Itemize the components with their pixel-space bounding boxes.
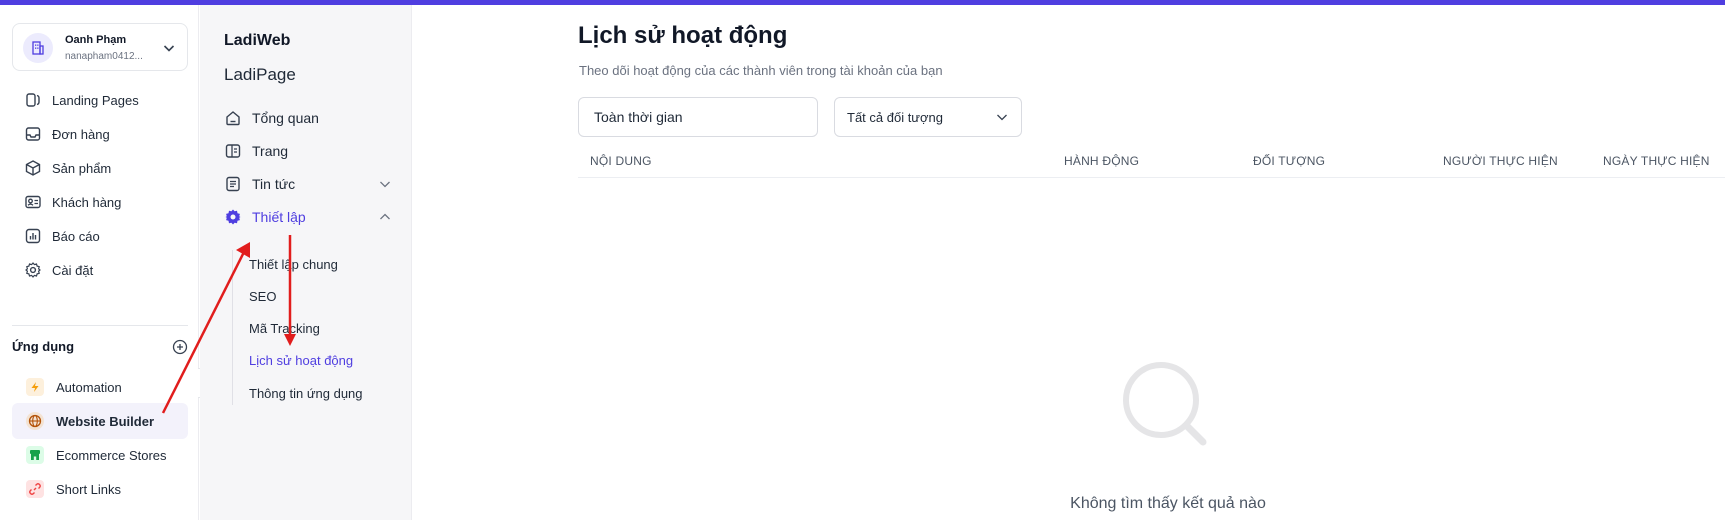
- sidebar-item-settings[interactable]: Cài đặt: [12, 254, 188, 286]
- inbox-icon: [25, 127, 41, 141]
- user-email: nanapham0412...: [65, 51, 143, 62]
- panel-item-label: Tin tức: [252, 176, 296, 192]
- contact-card-icon: [25, 195, 41, 209]
- submenu-item-general-setup[interactable]: Thiết lập chung: [249, 257, 338, 272]
- link-icon: [26, 480, 44, 498]
- panel-item-label: Thiết lập: [252, 209, 306, 225]
- sidebar-item-orders[interactable]: Đơn hàng: [12, 118, 188, 150]
- gear-icon: [25, 262, 41, 278]
- panel-item-overview[interactable]: Tổng quan: [224, 104, 396, 132]
- chevron-down-icon: [997, 114, 1007, 121]
- user-name: Oanh Phạm: [65, 34, 127, 46]
- submenu-guide-line: [232, 250, 233, 405]
- layers-icon: [26, 93, 40, 107]
- building-icon: [32, 41, 44, 55]
- chevron-down-icon: [163, 45, 175, 52]
- app-item-label: Automation: [56, 379, 122, 395]
- submenu-item-activity-history[interactable]: Lịch sử hoạt động: [249, 353, 353, 368]
- home-icon: [226, 111, 240, 126]
- account-switcher[interactable]: Oanh Phạm nanapham0412...: [12, 23, 188, 71]
- sidebar-item-label: Báo cáo: [52, 228, 100, 244]
- sidebar-item-reports[interactable]: Báo cáo: [12, 220, 188, 252]
- lightning-icon: [26, 378, 44, 396]
- page-subtitle: Theo dõi hoạt động của các thành viên tr…: [579, 63, 943, 78]
- app-item-ecommerce-stores[interactable]: Ecommerce Stores: [12, 437, 188, 473]
- box-icon: [25, 160, 41, 176]
- search-icon: [1123, 362, 1207, 446]
- column-header-object: ĐỐI TƯỢNG: [1253, 154, 1326, 168]
- document-icon: [226, 176, 240, 192]
- panel-item-pages[interactable]: Trang: [224, 137, 396, 165]
- sidebar-item-label: Sản phẩm: [52, 160, 112, 176]
- table-header-divider: [578, 177, 1725, 178]
- chevron-up-icon: [380, 213, 390, 220]
- column-header-content: NỘI DUNG: [590, 154, 652, 168]
- avatar: [23, 33, 53, 63]
- chevron-down-icon: [380, 181, 390, 188]
- globe-icon: [26, 412, 44, 430]
- sidebar-item-label: Đơn hàng: [52, 126, 110, 142]
- column-header-action: HÀNH ĐỘNG: [1064, 154, 1140, 168]
- sidebar-item-customers[interactable]: Khách hàng: [12, 186, 188, 218]
- apps-section-title: Ứng dụng: [12, 339, 75, 354]
- app-item-automation[interactable]: Automation: [12, 369, 188, 405]
- time-range-filter[interactable]: Toàn thời gian: [578, 97, 818, 137]
- sidebar-item-products[interactable]: Sản phẩm: [12, 152, 188, 184]
- sidebar-item-landing-pages[interactable]: Landing Pages: [12, 84, 188, 116]
- main-content: Lịch sử hoạt động Theo dõi hoạt động của…: [413, 5, 1725, 520]
- divider: [12, 325, 188, 326]
- app-item-short-links[interactable]: Short Links: [12, 471, 188, 507]
- app-subtitle: LadiPage: [224, 65, 296, 84]
- sidebar-item-label: Cài đặt: [52, 262, 94, 278]
- app-item-label: Ecommerce Stores: [56, 447, 167, 463]
- column-header-date: NGÀY THỰC HIỆN: [1603, 154, 1710, 168]
- app-item-label: Short Links: [56, 481, 122, 497]
- panel-item-news[interactable]: Tin tức: [224, 170, 396, 198]
- empty-state-message: Không tìm thấy kết quả nào: [1070, 495, 1266, 512]
- panel-item-label: Tổng quan: [252, 110, 319, 126]
- panel-item-setup[interactable]: Thiết lập: [224, 203, 396, 231]
- object-filter-value: Tất cả đối tượng: [847, 109, 943, 125]
- submenu-item-app-info[interactable]: Thông tin ứng dụng: [249, 386, 363, 401]
- app-item-website-builder[interactable]: Website Builder: [12, 403, 188, 439]
- time-range-value: Toàn thời gian: [594, 109, 683, 125]
- chart-icon: [25, 228, 41, 244]
- app-brand: LadiWeb: [224, 32, 291, 49]
- submenu-item-tracking-code[interactable]: Mã Tracking: [249, 321, 320, 336]
- submenu-item-seo[interactable]: SEO: [249, 289, 276, 304]
- panel-item-label: Trang: [252, 143, 289, 159]
- gear-icon: [225, 209, 241, 225]
- object-filter-select[interactable]: Tất cả đối tượng: [834, 97, 1022, 137]
- sidebar-item-label: Landing Pages: [52, 92, 139, 108]
- app-item-label: Website Builder: [56, 413, 155, 429]
- add-app-icon[interactable]: [172, 339, 188, 355]
- column-header-performer: NGƯỜI THỰC HIỆN: [1443, 154, 1558, 168]
- sidebar-item-label: Khách hàng: [52, 194, 122, 210]
- page-title: Lịch sử hoạt động: [578, 22, 788, 49]
- main-sidebar: Oanh Phạm nanapham0412... Landing Pages …: [0, 5, 199, 520]
- page-layout-icon: [225, 144, 241, 158]
- store-icon: [26, 446, 44, 464]
